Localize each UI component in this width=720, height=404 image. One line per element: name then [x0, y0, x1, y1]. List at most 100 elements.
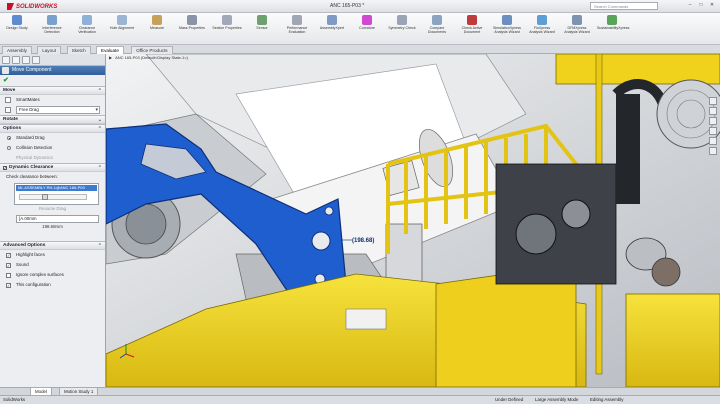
ribbon-button-compare-documents[interactable]: Compare Documents	[422, 15, 452, 43]
collapse-icon[interactable]: ⌃	[98, 87, 102, 95]
ribbon-button-dfmxpress-analysis-wizard[interactable]: DFMXpress Analysis Wizard	[562, 15, 592, 43]
app-name: SOLIDWORKS	[16, 3, 58, 10]
ribbon-button-measure[interactable]: Measure	[142, 15, 172, 43]
task-pane-tabs	[709, 97, 719, 157]
status-editing: Editing Assembly	[590, 397, 624, 402]
expand-icon[interactable]: ⌄	[98, 116, 102, 124]
design-library-icon[interactable]	[709, 107, 717, 115]
viewport-breadcrumb[interactable]: ▶ ANC 165-P03 (Default<Display State-1>)	[109, 55, 188, 60]
ribbon-button-design-study[interactable]: Design Study	[2, 15, 32, 43]
ribbon-button-simulationxpress-analysis-wizard[interactable]: SimulationXpress Analysis Wizard	[492, 15, 522, 43]
resources-icon[interactable]	[709, 97, 717, 105]
ribbon-button-performance-evaluation[interactable]: Performance Evaluation	[282, 15, 312, 43]
ribbon-button-check-active-document[interactable]: Check Active Document	[457, 15, 487, 43]
property-manager: Move Component ✔ Move ⌃ SmartMates Free D…	[0, 54, 106, 387]
section-dynamic-clearance[interactable]: ✓ Dynamic Clearance ⌃	[0, 163, 105, 172]
resume-drag-button[interactable]: Resume Drag	[0, 205, 105, 213]
design-study-icon	[12, 15, 22, 25]
checkbox[interactable]	[6, 273, 11, 278]
checkbox[interactable]: ✓	[6, 253, 11, 258]
assembly-model-view[interactable]: (198.68)	[106, 54, 720, 387]
move-mode-select[interactable]: Free Drag	[16, 106, 100, 114]
section-rotate[interactable]: Rotate ⌄	[0, 115, 105, 124]
move-mode-row: Free Drag	[0, 105, 105, 115]
measure-icon	[152, 15, 162, 25]
ribbon-button-mass-properties[interactable]: Mass Properties	[177, 15, 207, 43]
property-manager-tab-icon[interactable]	[12, 56, 20, 64]
ribbon-button-floxpress-analysis-wizard[interactable]: FloXpress Analysis Wizard	[527, 15, 557, 43]
checkbox[interactable]: ✓	[6, 283, 11, 288]
minimize-icon[interactable]: –	[686, 2, 694, 9]
clearance-components-list[interactable]: ML ASSEMBLY RH-1@ANC 165-P03	[14, 183, 99, 205]
checkbox[interactable]: ✓	[6, 263, 11, 268]
performance-evaluation-icon	[292, 15, 302, 25]
property-manager-title: Move Component	[0, 66, 105, 75]
collapse-icon[interactable]: ⌃	[98, 164, 102, 172]
solidworks-logo[interactable]: SOLIDWORKS	[4, 2, 60, 11]
collapse-icon[interactable]: ⌃	[98, 125, 102, 133]
ribbon-button-label: Measure	[150, 26, 164, 30]
configuration-manager-tab-icon[interactable]	[22, 56, 30, 64]
section-advanced-options[interactable]: Advanced Options ⌃	[0, 241, 105, 250]
clearance-result: 198.68mm	[42, 224, 63, 229]
close-icon[interactable]: ✕	[708, 2, 716, 9]
tab-sketch[interactable]: Sketch	[66, 46, 91, 54]
ribbon-button-interference-detection[interactable]: Interference Detection	[37, 15, 67, 43]
section-options[interactable]: Options ⌃	[0, 124, 105, 133]
option-highlight-faces[interactable]: ✓ Highlight faces	[0, 250, 105, 260]
option-ignore-complex-surfaces[interactable]: Ignore complex surfaces	[0, 270, 105, 280]
status-bar: SolidWorks Under Defined Large Assembly …	[0, 395, 720, 404]
ribbon-button-clearance-verification[interactable]: Clearance Verification	[72, 15, 102, 43]
ribbon-button-label: AssemblyXpert	[319, 26, 345, 30]
ribbon-button-label: SimulationXpress Analysis Wizard	[493, 26, 521, 34]
check-active-document-icon	[467, 15, 477, 25]
curvature-icon	[362, 15, 372, 25]
title-bar: SOLIDWORKS ANC 165-P03 * Search Commands…	[0, 0, 720, 13]
tab-assembly[interactable]: Assembly	[2, 46, 32, 54]
interference-detection-icon	[47, 15, 57, 25]
manager-tabs	[0, 54, 105, 66]
feature-manager-tab-icon[interactable]	[2, 56, 10, 64]
view-palette-icon[interactable]	[709, 127, 717, 135]
clearance-scroll[interactable]	[19, 194, 87, 200]
tab-evaluate[interactable]: Evaluate	[96, 46, 124, 54]
expand-tree-icon[interactable]: ▶	[109, 55, 112, 60]
standard-drag-radio[interactable]: Standard Drag	[0, 133, 105, 143]
tab-office-products[interactable]: Office Products	[131, 46, 173, 54]
search-commands-input[interactable]: Search Commands	[590, 2, 658, 10]
custom-properties-icon[interactable]	[709, 147, 717, 155]
option-label: Highlight faces	[16, 252, 45, 257]
ribbon-button-assemblyxpert[interactable]: AssemblyXpert	[317, 15, 347, 43]
smartmates-icon	[5, 97, 11, 103]
smartmates-button[interactable]: SmartMates	[0, 95, 105, 105]
ribbon-button-label: Design Study	[6, 26, 28, 30]
ribbon-button-section-properties[interactable]: Section Properties	[212, 15, 242, 43]
ok-row: ✔	[0, 75, 105, 86]
section-move[interactable]: Move ⌃	[0, 86, 105, 95]
selected-component[interactable]: ML ASSEMBLY RH-1@ANC 165-P03	[16, 185, 97, 191]
collapse-icon[interactable]: ⌃	[98, 242, 102, 250]
ribbon-button-sustainabilityxpress[interactable]: SustainabilityXpress	[597, 15, 629, 43]
option-sound[interactable]: ✓ Sound	[0, 260, 105, 270]
graphics-area[interactable]: (198.68)	[106, 54, 720, 387]
clearance-label: Check clearance between:	[6, 174, 58, 179]
symmetry-check-icon	[397, 15, 407, 25]
scroll-thumb[interactable]	[42, 194, 48, 200]
appearances-icon[interactable]	[709, 137, 717, 145]
display-manager-tab-icon[interactable]	[32, 56, 40, 64]
clearance-value-input[interactable]: [A.00mm	[16, 215, 99, 223]
ok-button[interactable]: ✔	[3, 77, 9, 84]
ribbon-button-label: Symmetry Check	[388, 26, 416, 30]
tab-layout[interactable]: Layout	[37, 46, 61, 54]
maximize-icon[interactable]: □	[697, 2, 705, 9]
option-this-configuration[interactable]: ✓ This configuration	[0, 280, 105, 290]
ribbon-button-symmetry-check[interactable]: Symmetry Check	[387, 15, 417, 43]
ribbon-button-sensor[interactable]: Sensor	[247, 15, 277, 43]
ribbon-button-curvature[interactable]: Curvature	[352, 15, 382, 43]
ribbon-button-hole-alignment[interactable]: Hole Alignment	[107, 15, 137, 43]
move-component-icon	[2, 67, 9, 74]
clearance-verification-icon	[82, 15, 92, 25]
collision-detection-radio[interactable]: Collision Detection	[0, 143, 105, 153]
physical-dynamics-radio[interactable]: Physical Dynamics	[0, 153, 105, 163]
file-explorer-icon[interactable]	[709, 117, 717, 125]
